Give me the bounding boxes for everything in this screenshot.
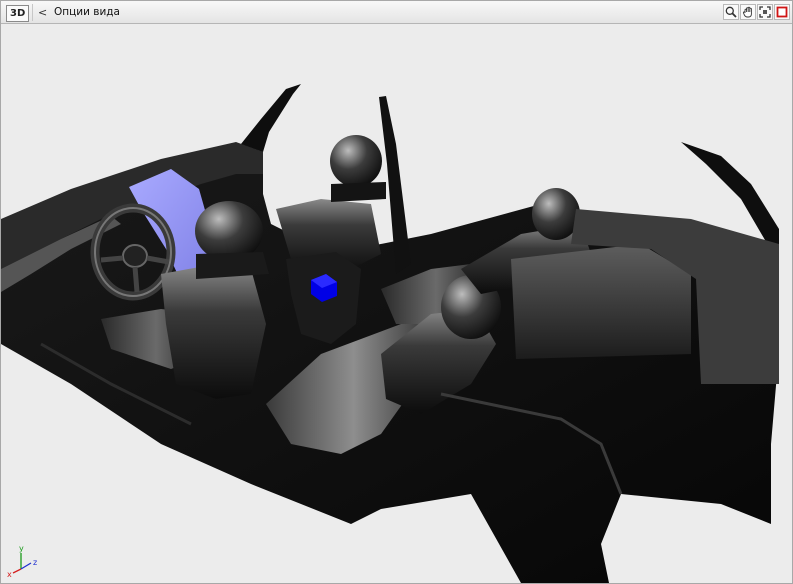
close-view-button[interactable] xyxy=(774,4,790,20)
y-axis-label: y xyxy=(19,544,24,553)
zoom-button[interactable] xyxy=(723,4,739,20)
z-axis-label: z xyxy=(33,558,37,567)
fit-view-icon xyxy=(759,6,771,18)
z-axis-line xyxy=(20,562,32,570)
3d-viewport[interactable]: y z x xyxy=(1,24,792,583)
close-icon xyxy=(776,6,788,18)
axis-triad: y z x xyxy=(7,543,47,579)
x-axis-label: x xyxy=(7,570,12,579)
back-button[interactable]: < xyxy=(38,5,47,20)
3d-view-window: 3D < Опции вида y z x xyxy=(0,0,793,584)
toolbar-separator xyxy=(32,4,33,21)
zoom-icon xyxy=(725,6,737,18)
view-options-label[interactable]: Опции вида xyxy=(54,5,120,20)
x-axis-line xyxy=(12,568,22,574)
car-interior-model xyxy=(1,84,779,583)
view-toolbar: 3D < Опции вида xyxy=(1,1,792,24)
a-pillar xyxy=(241,84,301,152)
mode-badge-3d[interactable]: 3D xyxy=(6,5,30,22)
pan-hand-icon xyxy=(743,6,752,18)
pan-button[interactable] xyxy=(740,4,756,20)
viewport-tools xyxy=(723,4,790,21)
fit-view-button[interactable] xyxy=(757,4,773,20)
